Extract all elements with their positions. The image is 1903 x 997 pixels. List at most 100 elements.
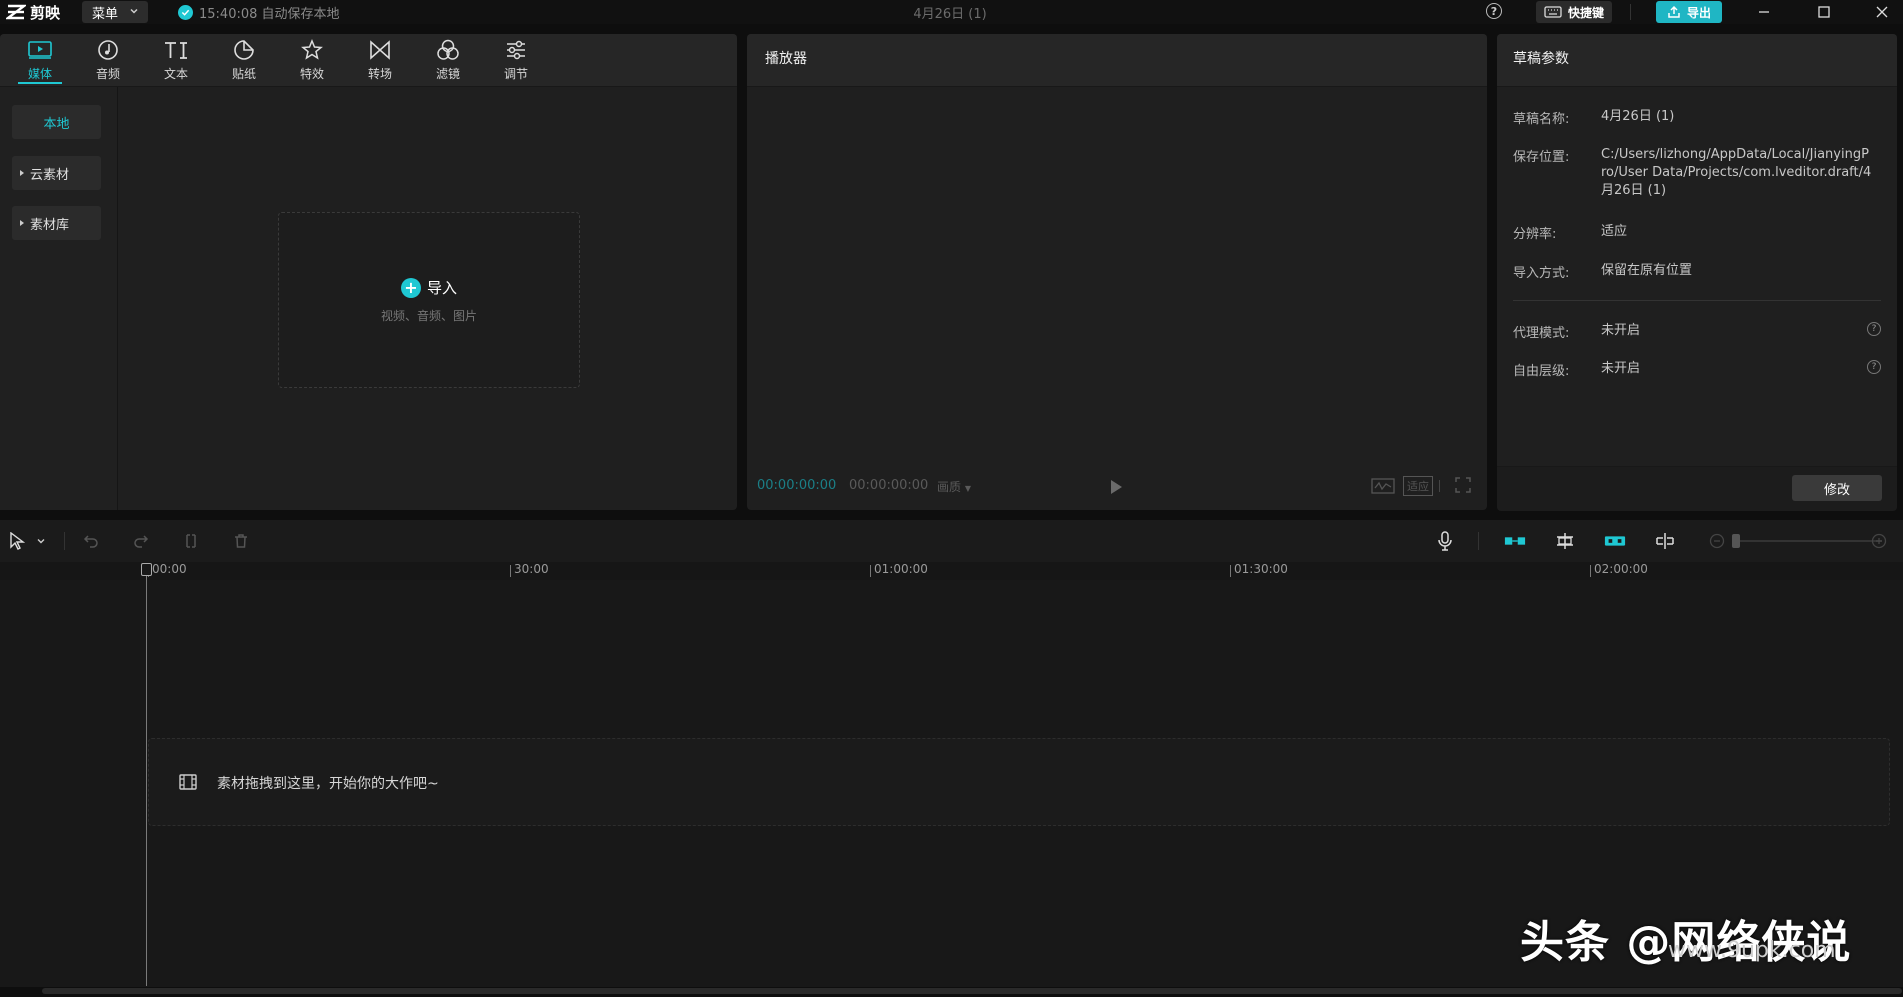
- split-button[interactable]: [180, 530, 202, 552]
- zoom-out-button[interactable]: [1706, 530, 1728, 552]
- trash-icon: [235, 534, 247, 548]
- sidebar-item-library[interactable]: 素材库: [12, 206, 101, 240]
- draft-properties-panel: 草稿参数 草稿名称: 4月26日 (1) 保存位置: C:/Users/lizh…: [1497, 34, 1897, 511]
- caret-down-icon: ▼: [964, 484, 971, 493]
- import-hint: 视频、音频、图片: [380, 309, 477, 323]
- export-button[interactable]: 导出: [1656, 1, 1722, 23]
- chevron-down-icon: [37, 539, 45, 544]
- shortcut-button[interactable]: 快捷键: [1536, 1, 1612, 23]
- playhead-handle[interactable]: [141, 563, 152, 576]
- tab-label: 特效: [299, 67, 324, 81]
- tab-label: 贴纸: [231, 67, 256, 81]
- tab-transitions[interactable]: 转场: [352, 36, 408, 84]
- ruler-tick: 30:00: [510, 562, 549, 577]
- maximize-button[interactable]: [1804, 0, 1844, 24]
- sidebar-item-local[interactable]: 本地: [12, 105, 101, 139]
- auto-snap-button[interactable]: [1554, 530, 1576, 552]
- zoom-slider-handle[interactable]: [1732, 534, 1740, 548]
- help-icon[interactable]: ?: [1486, 3, 1502, 19]
- tab-label: 媒体: [27, 67, 52, 81]
- media-sidebar: 本地 云素材 素材库: [0, 87, 118, 510]
- timecode-current: 00:00:00:00: [757, 478, 837, 493]
- player-header: 播放器: [747, 34, 1487, 87]
- undo-button[interactable]: [80, 530, 102, 552]
- document-title: 4月26日 (1): [913, 7, 987, 22]
- link-clips-icon: [1604, 536, 1626, 546]
- timecode-total: 00:00:00:00: [849, 478, 929, 493]
- prop-value-name: 4月26日 (1): [1601, 109, 1675, 124]
- delete-button[interactable]: [230, 530, 252, 552]
- microphone-icon: [1438, 531, 1452, 551]
- import-label: 导入: [426, 279, 457, 297]
- select-tool-dropdown[interactable]: [34, 530, 48, 552]
- tab-adjust[interactable]: 调节: [488, 36, 544, 84]
- sidebar-item-cloud[interactable]: 云素材: [12, 156, 101, 190]
- play-icon[interactable]: [1109, 479, 1123, 495]
- tab-text[interactable]: 文本: [148, 36, 204, 84]
- tab-label: 调节: [503, 67, 528, 81]
- import-button[interactable]: + 导入: [279, 277, 579, 298]
- import-dropzone[interactable]: + 导入 视频、音频、图片: [278, 212, 580, 388]
- close-icon: [1876, 6, 1888, 18]
- redo-button[interactable]: [130, 530, 152, 552]
- prop-value-resolution: 适应: [1601, 224, 1628, 239]
- title-bar: 剪映 菜单 15:40:08 自动保存本地 4月26日 (1) ? 快捷键 导出: [0, 0, 1903, 24]
- adjust-sliders-icon: [505, 38, 527, 62]
- tab-label: 文本: [163, 67, 188, 81]
- minimize-button[interactable]: [1744, 0, 1784, 24]
- close-button[interactable]: [1862, 0, 1902, 24]
- ruler-tick: 00:00: [148, 562, 187, 577]
- linkage-button[interactable]: [1604, 530, 1626, 552]
- timeline-ruler[interactable]: 00:00 30:00 01:00:00 01:30:00 02:00:00: [0, 562, 1903, 581]
- check-circle-icon: [178, 5, 193, 20]
- prop-value-proxy: 未开启: [1601, 323, 1641, 338]
- track-dropzone[interactable]: 素材拖拽到这里，开始你的大作吧~: [148, 738, 1890, 826]
- record-audio-button[interactable]: [1434, 530, 1456, 552]
- split-icon: [186, 534, 196, 548]
- tab-media[interactable]: 媒体: [12, 36, 68, 84]
- tab-audio[interactable]: 音频: [80, 36, 136, 84]
- fullscreen-icon[interactable]: [1455, 477, 1471, 493]
- playhead-line[interactable]: [146, 566, 147, 986]
- app-name: 剪映: [30, 3, 61, 22]
- horizontal-scrollbar[interactable]: [42, 988, 1902, 994]
- zoom-in-icon: [1871, 533, 1887, 549]
- audio-note-icon: [97, 38, 119, 62]
- zoom-slider-track[interactable]: [1732, 540, 1882, 542]
- divider: [1439, 480, 1440, 492]
- plus-icon: +: [400, 277, 421, 298]
- prop-label-layer: 自由层级:: [1513, 364, 1570, 379]
- undo-icon: [83, 535, 98, 548]
- main-track-magnet-button[interactable]: [1504, 530, 1526, 552]
- prop-label-name: 草稿名称:: [1513, 112, 1570, 127]
- draft-title: 草稿参数: [1513, 51, 1569, 67]
- film-icon: [179, 774, 197, 790]
- question-icon[interactable]: ?: [1867, 360, 1881, 374]
- prop-value-import-mode: 保留在原有位置: [1601, 263, 1693, 278]
- menu-label: 菜单: [92, 6, 119, 22]
- tab-effects[interactable]: 特效: [284, 36, 340, 84]
- sidebar-item-label: 云素材: [30, 167, 70, 183]
- tab-filters[interactable]: 滤镜: [420, 36, 476, 84]
- waveform-icon[interactable]: [1371, 477, 1395, 495]
- quality-dropdown[interactable]: 画质 ▼: [937, 478, 971, 495]
- zoom-out-icon: [1709, 533, 1725, 549]
- draft-footer: 修改: [1497, 466, 1897, 511]
- zoom-in-button[interactable]: [1868, 530, 1890, 552]
- watermark-site: www.9upk.com: [1668, 938, 1836, 963]
- select-tool-button[interactable]: [6, 530, 28, 552]
- media-play-icon: [28, 38, 52, 62]
- ruler-tick: 02:00:00: [1590, 562, 1648, 577]
- player-title: 播放器: [765, 51, 807, 67]
- modify-button[interactable]: 修改: [1792, 475, 1882, 501]
- autosave-status: 15:40:08 自动保存本地: [178, 3, 340, 22]
- divider: [64, 532, 65, 550]
- ratio-button[interactable]: 适应: [1403, 476, 1433, 496]
- tab-sticker[interactable]: 贴纸: [216, 36, 272, 84]
- menu-button[interactable]: 菜单: [82, 1, 148, 23]
- prop-label-path: 保存位置:: [1513, 150, 1570, 165]
- question-icon[interactable]: ?: [1867, 322, 1881, 336]
- transition-bowtie-icon: [369, 38, 391, 62]
- preview-axis-button[interactable]: [1654, 530, 1676, 552]
- timeline-toolbar: [0, 520, 1903, 562]
